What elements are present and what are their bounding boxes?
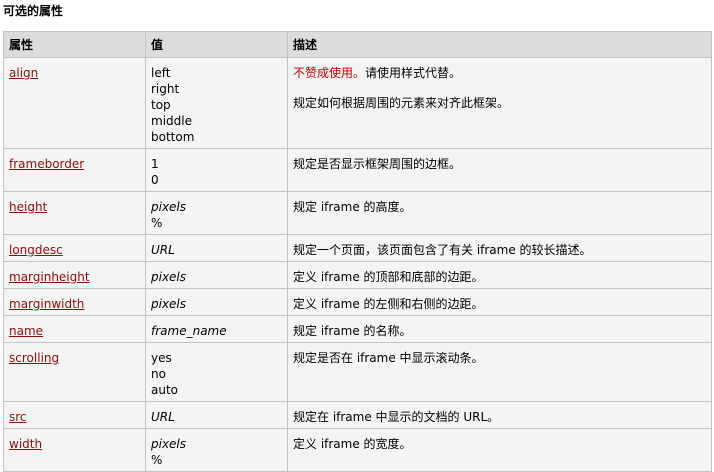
value-item: auto [151, 383, 179, 397]
attribute-link-align[interactable]: align [9, 66, 38, 80]
attribute-cell: align [3, 57, 146, 149]
value-item: right [151, 82, 180, 96]
description-cell: 规定 iframe 的名称。 [287, 315, 712, 343]
attribute-link-width[interactable]: width [9, 437, 42, 451]
value-item: pixels [151, 270, 187, 284]
attribute-cell: name [3, 315, 146, 343]
table-row: scrolling yes no auto 规定是否在 iframe 中显示滚动… [3, 342, 712, 402]
value-item: yes [151, 351, 172, 365]
attribute-cell: width [3, 428, 146, 472]
value-cell: 1 0 [145, 148, 288, 192]
table-row: frameborder 1 0 规定是否显示框架周围的边框。 [3, 148, 712, 192]
table-header-row: 属性 值 描述 [3, 31, 712, 58]
attributes-table: 属性 值 描述 align left right top middle bott… [3, 31, 712, 472]
description-text: 规定如何根据周围的元素来对齐此框架。 [293, 96, 510, 110]
value-cell: pixels % [145, 191, 288, 235]
value-item: 0 [151, 173, 159, 187]
description-cell: 规定是否显示框架周围的边框。 [287, 148, 712, 192]
attribute-cell: frameborder [3, 148, 146, 192]
value-item: frame_name [151, 324, 227, 338]
value-cell: URL [145, 401, 288, 429]
value-item: bottom [151, 130, 195, 144]
value-cell: pixels [145, 261, 288, 289]
attribute-cell: longdesc [3, 234, 146, 262]
value-item: top [151, 98, 171, 112]
value-item: URL [151, 410, 175, 424]
description-cell: 规定一个页面，该页面包含了有关 iframe 的较长描述。 [287, 234, 712, 262]
value-cell: left right top middle bottom [145, 57, 288, 149]
value-item: left [151, 66, 171, 80]
value-item: pixels [151, 297, 187, 311]
value-item: % [151, 453, 163, 467]
attribute-link-longdesc[interactable]: longdesc [9, 243, 63, 257]
column-header-value: 值 [145, 31, 288, 58]
attribute-link-height[interactable]: height [9, 200, 47, 214]
attribute-cell: scrolling [3, 342, 146, 402]
attribute-cell: marginheight [3, 261, 146, 289]
value-item: middle [151, 114, 192, 128]
description-cell: 定义 iframe 的顶部和底部的边距。 [287, 261, 712, 289]
description-cell: 规定 iframe 的高度。 [287, 191, 712, 235]
value-item: pixels [151, 200, 187, 214]
attribute-cell: marginwidth [3, 288, 146, 316]
attribute-link-src[interactable]: src [9, 410, 27, 424]
attribute-link-name[interactable]: name [9, 324, 43, 338]
table-row: marginwidth pixels 定义 iframe 的左侧和右侧的边距。 [3, 288, 712, 316]
description-cell: 定义 iframe 的左侧和右侧的边距。 [287, 288, 712, 316]
table-row: marginheight pixels 定义 iframe 的顶部和底部的边距。 [3, 261, 712, 289]
table-row: longdesc URL 规定一个页面，该页面包含了有关 iframe 的较长描… [3, 234, 712, 262]
value-item: no [151, 367, 166, 381]
column-header-description: 描述 [287, 31, 712, 58]
description-cell: 定义 iframe 的宽度。 [287, 428, 712, 472]
value-item: URL [151, 243, 175, 257]
value-cell: pixels % [145, 428, 288, 472]
value-cell: yes no auto [145, 342, 288, 402]
value-cell: pixels [145, 288, 288, 316]
description-cell: 规定在 iframe 中显示的文档的 URL。 [287, 401, 712, 429]
attribute-cell: src [3, 401, 146, 429]
column-header-attribute: 属性 [3, 31, 146, 58]
value-item: pixels [151, 437, 187, 451]
table-row: height pixels % 规定 iframe 的高度。 [3, 191, 712, 235]
description-cell: 不赞成使用。请使用样式代替。 规定如何根据周围的元素来对齐此框架。 [287, 57, 712, 149]
description-text: 请使用样式代替。 [365, 66, 462, 80]
section-heading: 可选的属性 [3, 4, 64, 18]
attribute-link-scrolling[interactable]: scrolling [9, 351, 59, 365]
value-item: 1 [151, 157, 159, 171]
attribute-link-frameborder[interactable]: frameborder [9, 157, 84, 171]
attribute-cell: height [3, 191, 146, 235]
description-cell: 规定是否在 iframe 中显示滚动条。 [287, 342, 712, 402]
attribute-link-marginheight[interactable]: marginheight [9, 270, 90, 284]
deprecated-note: 不赞成使用。 [293, 66, 366, 80]
table-row: src URL 规定在 iframe 中显示的文档的 URL。 [3, 401, 712, 429]
table-row: width pixels % 定义 iframe 的宽度。 [3, 428, 712, 472]
value-cell: URL [145, 234, 288, 262]
value-cell: frame_name [145, 315, 288, 343]
table-row: align left right top middle bottom 不赞成使用… [3, 57, 712, 149]
attribute-link-marginwidth[interactable]: marginwidth [9, 297, 84, 311]
value-item: % [151, 216, 163, 230]
table-row: name frame_name 规定 iframe 的名称。 [3, 315, 712, 343]
